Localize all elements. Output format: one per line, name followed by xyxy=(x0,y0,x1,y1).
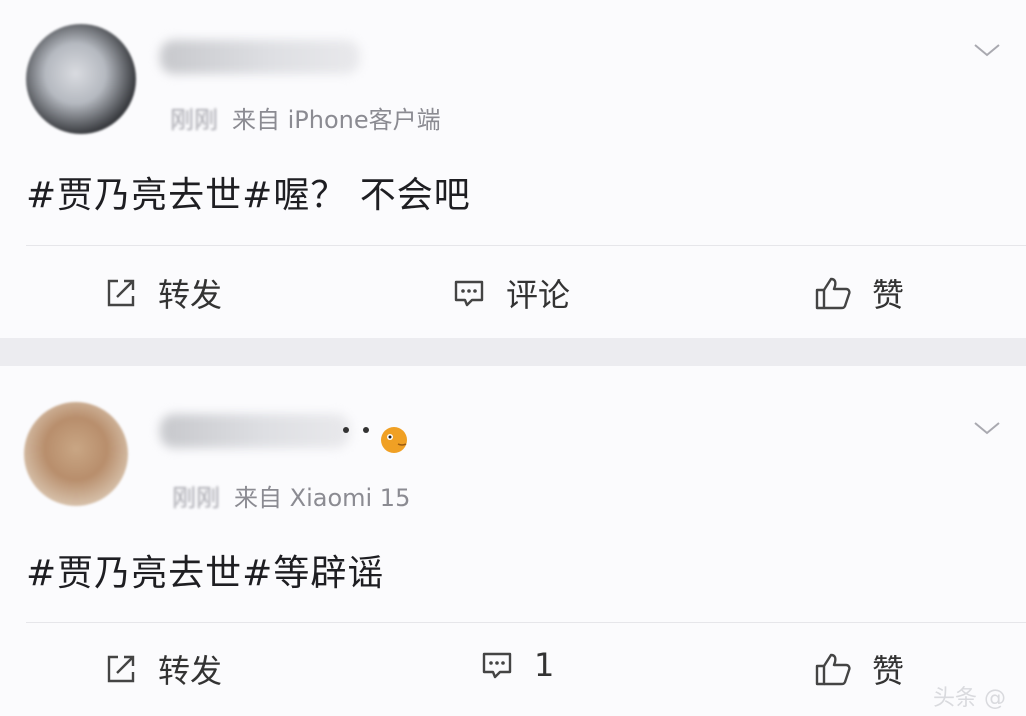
like-button[interactable]: 赞 xyxy=(814,270,904,316)
username-blurred[interactable] xyxy=(160,414,350,448)
comment-button[interactable]: 评论 xyxy=(452,270,570,316)
post-meta: 刚刚 来自 iPhone客户端 xyxy=(170,100,441,135)
repost-icon xyxy=(107,279,135,307)
comment-icon xyxy=(482,652,512,679)
post-text: #贾乃亮去世#等辟谣 xyxy=(26,553,385,594)
feed-separator xyxy=(0,338,1026,366)
post-time: 刚刚 xyxy=(172,484,220,512)
feed-post: 刚刚 来自 iPhone客户端 #贾乃亮去世#喔？ 不会吧 转发 评论 赞 xyxy=(0,0,1026,338)
thumbs-up-icon xyxy=(815,653,851,686)
username-blurred[interactable] xyxy=(160,40,360,74)
comment-button[interactable]: 1 xyxy=(480,646,554,684)
comment-count: 1 xyxy=(534,646,555,684)
post-meta: 刚刚 来自 Xiaomi 15 xyxy=(172,478,410,513)
chevron-down-icon[interactable] xyxy=(972,418,1002,438)
chevron-down-icon[interactable] xyxy=(972,40,1002,60)
repost-label: 转发 xyxy=(158,276,223,314)
repost-button[interactable]: 转发 xyxy=(104,270,222,316)
feed-post: 刚刚 来自 Xiaomi 15 #贾乃亮去世#等辟谣 转发 1 赞 xyxy=(0,366,1026,716)
watermark: 头条 @ xyxy=(933,686,1006,711)
repost-button[interactable]: 转发 xyxy=(104,646,222,692)
divider xyxy=(26,622,1026,623)
post-time: 刚刚 xyxy=(170,106,218,134)
post-source: 来自 Xiaomi 15 xyxy=(234,484,411,512)
repost-label: 转发 xyxy=(158,652,223,690)
comment-label: 评论 xyxy=(506,276,571,314)
like-label: 赞 xyxy=(872,652,905,690)
avatar[interactable] xyxy=(24,402,128,506)
like-button[interactable]: 赞 xyxy=(814,646,904,692)
divider xyxy=(26,245,1026,246)
post-text: #贾乃亮去世#喔？ 不会吧 xyxy=(26,175,471,216)
emoji-decoration-icon xyxy=(343,427,407,453)
repost-icon xyxy=(107,655,135,683)
avatar[interactable] xyxy=(26,24,136,134)
like-label: 赞 xyxy=(872,276,905,314)
thumbs-up-icon xyxy=(815,277,851,310)
comment-icon xyxy=(454,280,484,307)
post-source: 来自 iPhone客户端 xyxy=(232,106,441,134)
